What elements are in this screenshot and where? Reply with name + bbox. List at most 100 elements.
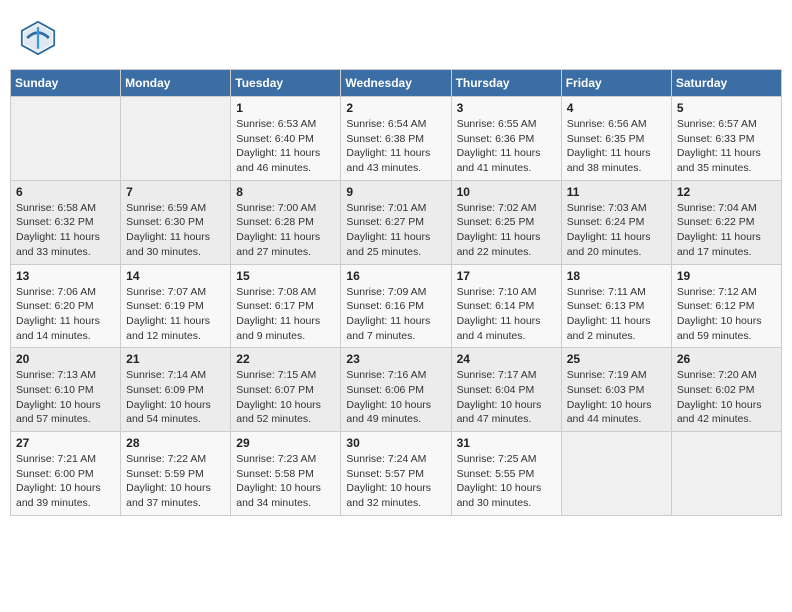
day-detail: Sunrise: 7:16 AMSunset: 6:06 PMDaylight:… — [346, 368, 445, 427]
day-number: 13 — [16, 269, 115, 283]
calendar-cell — [561, 432, 671, 516]
day-number: 25 — [567, 352, 666, 366]
day-detail: Sunrise: 7:02 AMSunset: 6:25 PMDaylight:… — [457, 201, 556, 260]
day-number: 28 — [126, 436, 225, 450]
calendar-cell — [11, 97, 121, 181]
day-number: 8 — [236, 185, 335, 199]
calendar-cell: 11 Sunrise: 7:03 AMSunset: 6:24 PMDayligh… — [561, 180, 671, 264]
day-number: 3 — [457, 101, 556, 115]
day-number: 26 — [677, 352, 776, 366]
day-number: 5 — [677, 101, 776, 115]
day-number: 20 — [16, 352, 115, 366]
weekday-header-saturday: Saturday — [671, 70, 781, 97]
calendar-cell: 9 Sunrise: 7:01 AMSunset: 6:27 PMDaylight… — [341, 180, 451, 264]
day-number: 9 — [346, 185, 445, 199]
day-number: 19 — [677, 269, 776, 283]
day-detail: Sunrise: 7:19 AMSunset: 6:03 PMDaylight:… — [567, 368, 666, 427]
day-detail: Sunrise: 7:24 AMSunset: 5:57 PMDaylight:… — [346, 452, 445, 511]
calendar-header: SundayMondayTuesdayWednesdayThursdayFrid… — [11, 70, 782, 97]
calendar-cell: 25 Sunrise: 7:19 AMSunset: 6:03 PMDayligh… — [561, 348, 671, 432]
day-detail: Sunrise: 6:55 AMSunset: 6:36 PMDaylight:… — [457, 117, 556, 176]
day-number: 27 — [16, 436, 115, 450]
day-detail: Sunrise: 7:25 AMSunset: 5:55 PMDaylight:… — [457, 452, 556, 511]
day-number: 11 — [567, 185, 666, 199]
day-number: 12 — [677, 185, 776, 199]
calendar-cell: 15 Sunrise: 7:08 AMSunset: 6:17 PMDayligh… — [231, 264, 341, 348]
day-number: 31 — [457, 436, 556, 450]
calendar-cell: 29 Sunrise: 7:23 AMSunset: 5:58 PMDayligh… — [231, 432, 341, 516]
calendar-cell: 10 Sunrise: 7:02 AMSunset: 6:25 PMDayligh… — [451, 180, 561, 264]
day-detail: Sunrise: 6:59 AMSunset: 6:30 PMDaylight:… — [126, 201, 225, 260]
day-number: 4 — [567, 101, 666, 115]
weekday-header-sunday: Sunday — [11, 70, 121, 97]
day-number: 1 — [236, 101, 335, 115]
calendar-cell: 8 Sunrise: 7:00 AMSunset: 6:28 PMDaylight… — [231, 180, 341, 264]
day-number: 2 — [346, 101, 445, 115]
day-detail: Sunrise: 7:00 AMSunset: 6:28 PMDaylight:… — [236, 201, 335, 260]
calendar-cell: 13 Sunrise: 7:06 AMSunset: 6:20 PMDayligh… — [11, 264, 121, 348]
calendar-cell: 19 Sunrise: 7:12 AMSunset: 6:12 PMDayligh… — [671, 264, 781, 348]
calendar-cell — [121, 97, 231, 181]
calendar-cell: 23Sunrise: 7:16 AMSunset: 6:06 PMDayligh… — [341, 348, 451, 432]
calendar-cell: 2Sunrise: 6:54 AMSunset: 6:38 PMDaylight… — [341, 97, 451, 181]
day-detail: Sunrise: 7:07 AMSunset: 6:19 PMDaylight:… — [126, 285, 225, 344]
calendar-week-1: 1 Sunrise: 6:53 AMSunset: 6:40 PMDaylight… — [11, 97, 782, 181]
weekday-header-monday: Monday — [121, 70, 231, 97]
day-number: 24 — [457, 352, 556, 366]
day-number: 21 — [126, 352, 225, 366]
calendar-cell: 18Sunrise: 7:11 AMSunset: 6:13 PMDayligh… — [561, 264, 671, 348]
calendar-cell: 5 Sunrise: 6:57 AMSunset: 6:33 PMDaylight… — [671, 97, 781, 181]
calendar-cell: 14 Sunrise: 7:07 AMSunset: 6:19 PMDayligh… — [121, 264, 231, 348]
calendar-cell: 17 Sunrise: 7:10 AMSunset: 6:14 PMDayligh… — [451, 264, 561, 348]
calendar-cell: 27 Sunrise: 7:21 AMSunset: 6:00 PMDayligh… — [11, 432, 121, 516]
weekday-header-tuesday: Tuesday — [231, 70, 341, 97]
day-number: 14 — [126, 269, 225, 283]
page-header — [10, 10, 782, 61]
day-detail: Sunrise: 6:58 AMSunset: 6:32 PMDaylight:… — [16, 201, 115, 260]
day-number: 30 — [346, 436, 445, 450]
calendar-week-3: 13 Sunrise: 7:06 AMSunset: 6:20 PMDayligh… — [11, 264, 782, 348]
day-number: 7 — [126, 185, 225, 199]
calendar-cell: 20 Sunrise: 7:13 AMSunset: 6:10 PMDayligh… — [11, 348, 121, 432]
calendar-cell — [671, 432, 781, 516]
logo — [20, 20, 60, 56]
day-detail: Sunrise: 7:04 AMSunset: 6:22 PMDaylight:… — [677, 201, 776, 260]
calendar-cell: 26 Sunrise: 7:20 AMSunset: 6:02 PMDayligh… — [671, 348, 781, 432]
day-number: 16 — [346, 269, 445, 283]
calendar-cell: 4 Sunrise: 6:56 AMSunset: 6:35 PMDaylight… — [561, 97, 671, 181]
weekday-row: SundayMondayTuesdayWednesdayThursdayFrid… — [11, 70, 782, 97]
day-detail: Sunrise: 6:56 AMSunset: 6:35 PMDaylight:… — [567, 117, 666, 176]
day-detail: Sunrise: 7:22 AMSunset: 5:59 PMDaylight:… — [126, 452, 225, 511]
calendar-cell: 28 Sunrise: 7:22 AMSunset: 5:59 PMDayligh… — [121, 432, 231, 516]
calendar-cell: 3 Sunrise: 6:55 AMSunset: 6:36 PMDaylight… — [451, 97, 561, 181]
day-detail: Sunrise: 7:21 AMSunset: 6:00 PMDaylight:… — [16, 452, 115, 511]
day-detail: Sunrise: 7:12 AMSunset: 6:12 PMDaylight:… — [677, 285, 776, 344]
calendar-cell: 21Sunrise: 7:14 AMSunset: 6:09 PMDayligh… — [121, 348, 231, 432]
logo-icon — [20, 20, 56, 56]
day-detail: Sunrise: 7:13 AMSunset: 6:10 PMDaylight:… — [16, 368, 115, 427]
calendar-week-2: 6Sunrise: 6:58 AMSunset: 6:32 PMDaylight… — [11, 180, 782, 264]
day-detail: Sunrise: 7:20 AMSunset: 6:02 PMDaylight:… — [677, 368, 776, 427]
day-number: 18 — [567, 269, 666, 283]
day-number: 17 — [457, 269, 556, 283]
day-detail: Sunrise: 6:53 AMSunset: 6:40 PMDaylight:… — [236, 117, 335, 176]
calendar-cell: 12 Sunrise: 7:04 AMSunset: 6:22 PMDayligh… — [671, 180, 781, 264]
calendar-body: 1 Sunrise: 6:53 AMSunset: 6:40 PMDaylight… — [11, 97, 782, 516]
day-detail: Sunrise: 7:23 AMSunset: 5:58 PMDaylight:… — [236, 452, 335, 511]
day-detail: Sunrise: 7:08 AMSunset: 6:17 PMDaylight:… — [236, 285, 335, 344]
day-detail: Sunrise: 7:15 AMSunset: 6:07 PMDaylight:… — [236, 368, 335, 427]
day-detail: Sunrise: 6:57 AMSunset: 6:33 PMDaylight:… — [677, 117, 776, 176]
weekday-header-wednesday: Wednesday — [341, 70, 451, 97]
weekday-header-thursday: Thursday — [451, 70, 561, 97]
day-number: 15 — [236, 269, 335, 283]
calendar-week-4: 20 Sunrise: 7:13 AMSunset: 6:10 PMDayligh… — [11, 348, 782, 432]
calendar-cell: 24Sunrise: 7:17 AMSunset: 6:04 PMDayligh… — [451, 348, 561, 432]
day-number: 10 — [457, 185, 556, 199]
day-detail: Sunrise: 7:01 AMSunset: 6:27 PMDaylight:… — [346, 201, 445, 260]
calendar-cell: 16Sunrise: 7:09 AMSunset: 6:16 PMDayligh… — [341, 264, 451, 348]
day-detail: Sunrise: 7:06 AMSunset: 6:20 PMDaylight:… — [16, 285, 115, 344]
day-detail: Sunrise: 7:10 AMSunset: 6:14 PMDaylight:… — [457, 285, 556, 344]
day-number: 29 — [236, 436, 335, 450]
calendar-table: SundayMondayTuesdayWednesdayThursdayFrid… — [10, 69, 782, 516]
day-detail: Sunrise: 7:03 AMSunset: 6:24 PMDaylight:… — [567, 201, 666, 260]
